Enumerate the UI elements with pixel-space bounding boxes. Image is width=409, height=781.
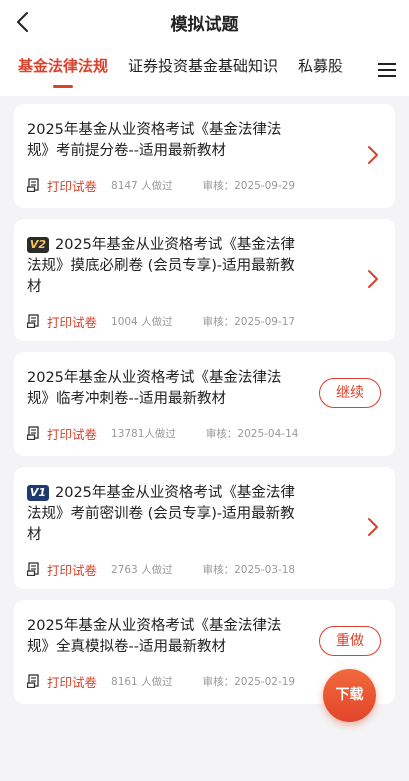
paper-title-text: 2025年基金从业资格考试《基金法律法规》临考冲刺卷--适用最新教材 — [27, 370, 282, 407]
paper-meta: 打印试卷 8147 人做过 审核：2025-09-29 — [27, 166, 381, 204]
chevron-right-icon[interactable] — [365, 267, 381, 291]
print-paper-label: 打印试卷 — [47, 178, 98, 194]
paper-card[interactable]: 2025年基金从业资格考试《基金法律法规》临考冲刺卷--适用最新教材打印试卷 13… — [14, 352, 395, 456]
paper-title: V2 2025年基金从业资格考试《基金法律法规》摸底必刷卷 (会员专享)-适用最新… — [27, 235, 381, 298]
vip-badge: V2 — [27, 237, 49, 253]
review-date: 审核：2025-02-19 — [202, 675, 296, 688]
chevron-left-icon[interactable] — [12, 10, 36, 34]
paper-title-text: 2025年基金从业资格考试《基金法律法规》考前提分卷--适用最新教材 — [27, 122, 282, 159]
participant-count: 8161 人做过 — [111, 675, 173, 688]
print-paper-label: 打印试卷 — [47, 562, 98, 578]
print-paper-label: 打印试卷 — [47, 314, 98, 330]
participant-count: 8147 人做过 — [111, 179, 173, 192]
print-paper-link[interactable]: 打印试卷 — [27, 312, 111, 331]
download-button[interactable]: 下载 — [323, 669, 376, 722]
tab-fade-overlay — [335, 44, 365, 96]
print-icon — [27, 314, 39, 328]
review-date: 审核：2025-04-14 — [205, 427, 299, 440]
vip-badge: V1 — [27, 485, 49, 501]
print-icon — [27, 426, 39, 440]
print-paper-link[interactable]: 打印试卷 — [27, 560, 111, 579]
tab-fund-law[interactable]: 基金法律法规 — [18, 55, 108, 87]
chevron-right-icon[interactable] — [365, 143, 381, 167]
print-paper-link[interactable]: 打印试卷 — [27, 176, 111, 195]
paper-card[interactable]: V2 2025年基金从业资格考试《基金法律法规》摸底必刷卷 (会员专享)-适用最新… — [14, 219, 395, 341]
paper-meta: 打印试卷 2763 人做过 审核：2025-03-18 — [27, 550, 381, 588]
print-paper-label: 打印试卷 — [47, 426, 98, 442]
paper-meta: 打印试卷 13781人做过 审核：2025-04-14 — [27, 414, 381, 452]
participant-count: 1004 人做过 — [111, 315, 173, 328]
paper-card[interactable]: 2025年基金从业资格考试《基金法律法规》考前提分卷--适用最新教材打印试卷 81… — [14, 104, 395, 208]
review-date: 审核：2025-09-17 — [202, 315, 296, 328]
paper-card[interactable]: V1 2025年基金从业资格考试《基金法律法规》考前密训卷 (会员专享)-适用最新… — [14, 467, 395, 589]
print-icon — [27, 674, 39, 688]
subject-tabs: 基金法律法规 证券投资基金基础知识 私募股 — [0, 44, 409, 96]
paper-title-text: 2025年基金从业资格考试《基金法律法规》摸底必刷卷 (会员专享)-适用最新教材 — [27, 237, 295, 295]
redo-button[interactable]: 重做 — [319, 626, 381, 656]
paper-title-text: 2025年基金从业资格考试《基金法律法规》考前密训卷 (会员专享)-适用最新教材 — [27, 485, 295, 543]
print-paper-link[interactable]: 打印试卷 — [27, 424, 111, 443]
top-bar: 模拟试题 — [0, 0, 409, 44]
paper-list: 2025年基金从业资格考试《基金法律法规》考前提分卷--适用最新教材打印试卷 81… — [0, 96, 409, 704]
review-date: 审核：2025-09-29 — [202, 179, 296, 192]
menu-button[interactable] — [365, 44, 409, 96]
chevron-right-icon[interactable] — [365, 515, 381, 539]
participant-count: 13781人做过 — [111, 427, 176, 440]
print-icon — [27, 178, 39, 192]
review-date: 审核：2025-03-18 — [202, 563, 296, 576]
participant-count: 2763 人做过 — [111, 563, 173, 576]
print-icon — [27, 562, 39, 576]
paper-title: 2025年基金从业资格考试《基金法律法规》考前提分卷--适用最新教材 — [27, 120, 381, 162]
tab-securities-fund-basics[interactable]: 证券投资基金基础知识 — [128, 55, 278, 87]
print-paper-label: 打印试卷 — [47, 674, 98, 690]
page-title: 模拟试题 — [170, 14, 239, 35]
paper-meta: 打印试卷 1004 人做过 审核：2025-09-17 — [27, 302, 381, 340]
paper-title-text: 2025年基金从业资格考试《基金法律法规》全真模拟卷--适用最新教材 — [27, 618, 282, 655]
continue-button[interactable]: 继续 — [319, 378, 381, 408]
hamburger-menu-icon — [378, 63, 396, 77]
print-paper-link[interactable]: 打印试卷 — [27, 672, 111, 691]
paper-title: V1 2025年基金从业资格考试《基金法律法规》考前密训卷 (会员专享)-适用最新… — [27, 483, 381, 546]
